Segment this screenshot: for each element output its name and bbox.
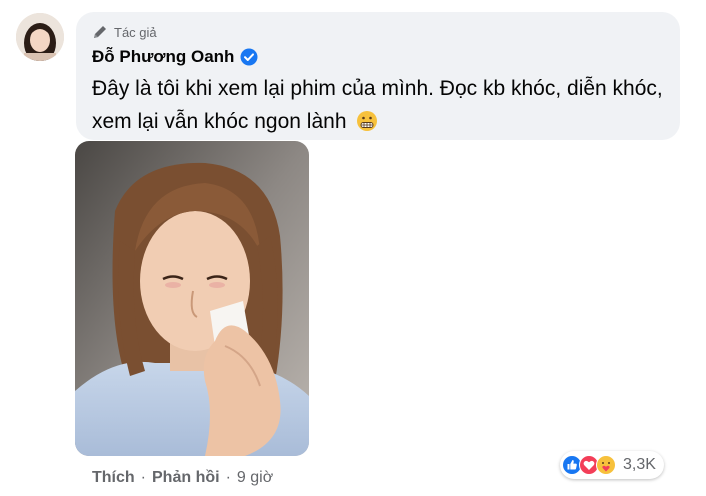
timestamp[interactable]: 9 giờ: [237, 469, 273, 487]
pencil-icon: [94, 26, 106, 38]
care-icon: [596, 455, 616, 475]
verified-badge-icon: [240, 48, 258, 66]
author-name[interactable]: Đỗ Phương Oanh: [92, 47, 234, 67]
author-badge: Tác giả: [92, 22, 157, 42]
like-button[interactable]: Thích: [92, 469, 135, 487]
reaction-count: 3,3K: [623, 456, 656, 473]
reply-button[interactable]: Phản hồi: [152, 469, 220, 487]
comment-photo[interactable]: [75, 141, 309, 456]
grimacing-face-icon: [357, 111, 378, 131]
reactions-summary[interactable]: 3,3K: [560, 451, 664, 479]
separator: ·: [225, 469, 231, 486]
separator: ·: [140, 469, 146, 486]
author-badge-label: Tác giả: [114, 24, 157, 40]
comment-text: Đây là tôi khi xem lại phim của mình. Đọ…: [92, 72, 672, 138]
avatar[interactable]: [16, 13, 64, 61]
